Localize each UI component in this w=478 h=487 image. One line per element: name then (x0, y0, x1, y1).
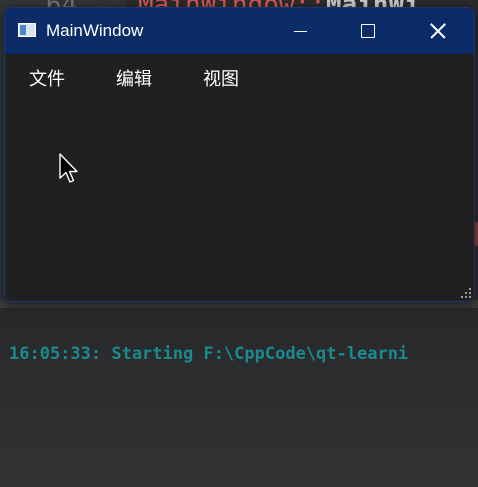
menu-bar: 文件 编辑 视图 (5, 54, 474, 98)
close-icon (430, 23, 446, 39)
mouse-pointer-icon (59, 153, 78, 183)
minimize-button[interactable] (271, 8, 329, 54)
menu-edit[interactable]: 编辑 (116, 65, 152, 91)
menu-view[interactable]: 视图 (203, 65, 239, 91)
application-output-pane (0, 308, 478, 487)
minimize-icon (293, 30, 307, 32)
size-grip-icon[interactable] (461, 288, 471, 298)
central-widget (5, 98, 474, 301)
output-log-line: 16:05:33: Starting F:\CppCode\qt-learni (9, 344, 409, 364)
maximize-button[interactable] (339, 8, 397, 54)
menu-file[interactable]: 文件 (29, 65, 65, 91)
title-bar[interactable]: MainWindow (5, 8, 474, 54)
qt-window-icon[interactable] (18, 23, 36, 37)
window-title: MainWindow (46, 21, 144, 40)
close-button[interactable] (409, 8, 467, 54)
maximize-icon (361, 24, 375, 38)
